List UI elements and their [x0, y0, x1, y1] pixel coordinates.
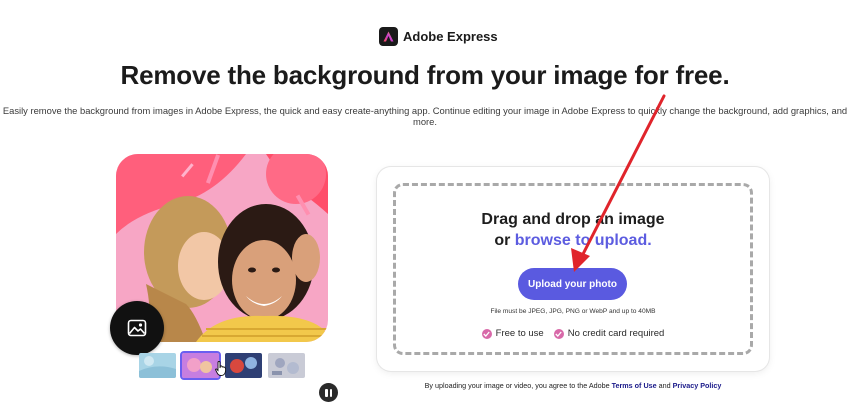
sample-thumbnail-4[interactable]: [268, 353, 305, 378]
pause-icon-bar: [325, 388, 328, 397]
image-icon: [127, 319, 147, 337]
terms-of-use-link[interactable]: Terms of Use: [612, 381, 657, 390]
brand-name: Adobe Express: [403, 29, 498, 44]
perks-row: Free to use No credit card required: [396, 328, 750, 339]
sample-thumbnail-3[interactable]: [225, 353, 262, 378]
perk-free-label: Free to use: [495, 328, 544, 339]
legal-prefix: By uploading your image or video, you ag…: [424, 381, 610, 390]
privacy-policy-link[interactable]: Privacy Policy: [673, 381, 722, 390]
sample-thumbnail-1[interactable]: [139, 353, 176, 378]
page-subtitle: Easily remove the background from images…: [2, 105, 848, 127]
adobe-express-logo-icon: [379, 27, 398, 46]
file-requirements-note: File must be JPEG, JPG, PNG or WebP and …: [490, 308, 656, 315]
pause-icon-bar: [329, 388, 332, 397]
upload-card: Drag and drop an image or browse to uplo…: [377, 167, 769, 371]
brand-header[interactable]: Adobe Express: [379, 27, 498, 46]
pause-button[interactable]: [319, 383, 338, 402]
perk-no-card: No credit card required: [553, 328, 665, 339]
page-title: Remove the background from your image fo…: [120, 60, 730, 90]
check-icon: [553, 328, 564, 339]
sample-thumbnail-2[interactable]: [180, 351, 221, 380]
hand-cursor-icon: [215, 361, 227, 378]
upload-photo-button[interactable]: Upload your photo: [518, 268, 627, 300]
browse-link[interactable]: browse to upload.: [515, 232, 652, 249]
perk-free: Free to use: [481, 328, 544, 339]
image-picker-button[interactable]: [110, 301, 164, 355]
legal-notice: By uploading your image or video, you ag…: [377, 381, 769, 390]
legal-and: and: [658, 381, 671, 390]
check-icon: [481, 328, 492, 339]
or-text: or: [494, 232, 511, 249]
drag-drop-text: Drag and drop an image: [481, 211, 665, 228]
drop-zone[interactable]: Drag and drop an image or browse to uplo…: [393, 183, 753, 355]
browse-line: or browse to upload.: [396, 232, 750, 250]
perk-no-card-label: No credit card required: [567, 328, 665, 339]
